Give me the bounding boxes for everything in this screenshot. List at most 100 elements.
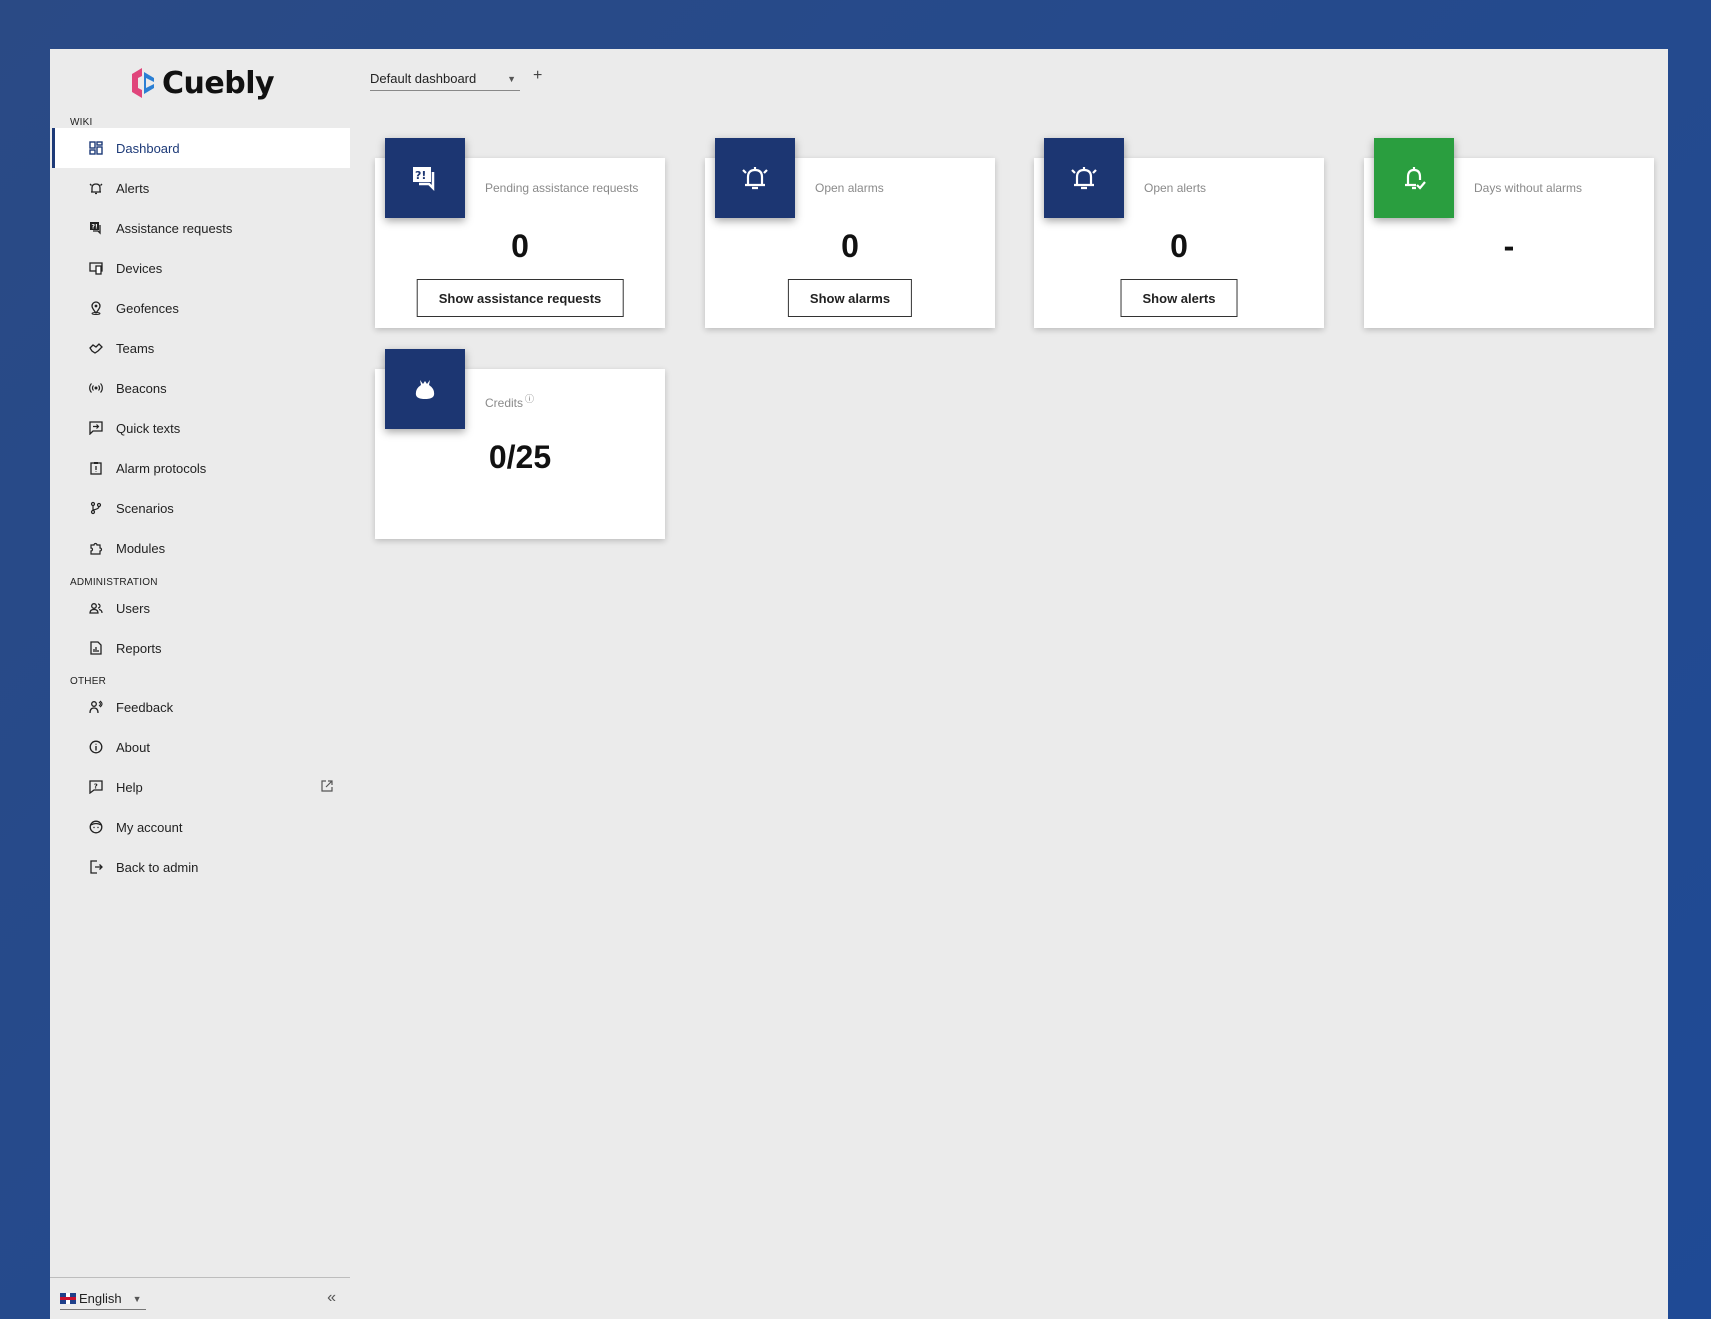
sidebar-footer: English ▼ «: [50, 1277, 350, 1319]
card-value: 0: [511, 228, 529, 264]
help-icon: ?: [88, 779, 104, 795]
sidebar-item-label: Beacons: [116, 380, 167, 396]
sidebar-item-quick-texts[interactable]: Quick texts: [52, 408, 350, 448]
card-value: 0: [1170, 228, 1188, 264]
svg-text:?!: ?!: [92, 224, 98, 231]
sidebar-item-label: Dashboard: [116, 140, 180, 156]
add-dashboard-button[interactable]: +: [533, 67, 542, 85]
sidebar-item-label: Feedback: [116, 699, 174, 715]
teams-handshake-icon: [88, 340, 104, 356]
sidebar-item-label: My account: [116, 819, 183, 835]
devices-icon: [88, 260, 104, 276]
info-icon: [88, 739, 104, 755]
app-logo[interactable]: Cuebly: [128, 63, 275, 103]
sidebar-item-dashboard[interactable]: Dashboard: [52, 128, 350, 168]
sidebar-item-label: About: [116, 739, 150, 755]
show-alarms-button[interactable]: Show alarms: [787, 279, 913, 317]
dashboard-select[interactable]: Default dashboard ▼: [370, 67, 520, 91]
dashboard-select-value: Default dashboard: [370, 71, 477, 86]
card-open-alerts: Open alerts 0 Show alerts: [1034, 138, 1324, 328]
sidebar-item-geofences[interactable]: Geofences: [52, 288, 350, 328]
card-value: -: [1503, 228, 1515, 264]
sidebar-item-beacons[interactable]: Beacons: [52, 368, 350, 408]
assistance-request-icon: ?!: [88, 220, 104, 236]
beacon-signal-icon: [88, 380, 104, 396]
sidebar-item-label: Alerts: [116, 180, 150, 196]
dashboard-icon: [88, 140, 104, 156]
puzzle-icon: [88, 540, 104, 556]
sidebar-item-label: Users: [116, 600, 150, 616]
chevron-down-icon: ▼: [132, 1293, 142, 1304]
sidebar-item-label: Reports: [116, 640, 162, 656]
sidebar-item-modules[interactable]: Modules: [52, 528, 350, 568]
app-window: Cuebly WIKI Dashboard Alerts ?! Assistan…: [50, 49, 1668, 1319]
sidebar-item-label: Quick texts: [116, 420, 181, 436]
sidebar-item-label: Alarm protocols: [116, 460, 207, 476]
card-days-without-alarms: Days without alarms -: [1364, 138, 1654, 328]
money-bag-icon: [385, 349, 465, 429]
card-title: Days without alarms: [1474, 181, 1583, 195]
sidebar-item-feedback[interactable]: Feedback: [52, 687, 350, 727]
clipboard-icon: [88, 460, 104, 476]
card-value: 0/25: [488, 439, 552, 475]
chevron-down-icon: ▼: [507, 73, 516, 84]
info-icon[interactable]: ⓘ: [525, 394, 534, 404]
sidebar-item-back-to-admin[interactable]: Back to admin: [52, 847, 350, 887]
app-name: Cuebly: [162, 65, 275, 101]
sidebar-item-label: Geofences: [116, 300, 179, 316]
svg-text:?!: ?!: [415, 169, 426, 182]
sidebar-item-scenarios[interactable]: Scenarios: [52, 488, 350, 528]
assistance-request-icon: ?!: [385, 138, 465, 218]
section-wiki: WIKI: [70, 117, 93, 128]
sidebar-item-assistance-requests[interactable]: ?! Assistance requests: [52, 208, 350, 248]
show-assistance-requests-button[interactable]: Show assistance requests: [416, 279, 624, 317]
sidebar-item-my-account[interactable]: My account: [52, 807, 350, 847]
card-pending-assistance: ?! Pending assistance requests 0 Show as…: [375, 138, 665, 328]
sidebar-item-label: Devices: [116, 260, 163, 276]
language-label: English: [79, 1291, 122, 1306]
card-title: Credits ⓘ: [485, 391, 645, 411]
sidebar: Cuebly WIKI Dashboard Alerts ?! Assistan…: [50, 49, 350, 1319]
sidebar-item-label: Teams: [116, 340, 155, 356]
users-icon: [88, 600, 104, 616]
card-title: Pending assistance requests: [485, 181, 639, 195]
sidebar-item-alerts[interactable]: Alerts: [52, 168, 350, 208]
sidebar-item-help[interactable]: ? Help: [52, 767, 350, 807]
sidebar-item-alarm-protocols[interactable]: Alarm protocols: [52, 448, 350, 488]
sidebar-item-label: Back to admin: [116, 859, 199, 875]
feedback-icon: [88, 699, 104, 715]
sidebar-item-label: Modules: [116, 540, 166, 556]
sidebar-item-label: Assistance requests: [116, 220, 233, 236]
collapse-sidebar-button[interactable]: «: [327, 1289, 336, 1307]
logout-icon: [88, 859, 104, 875]
show-alerts-button[interactable]: Show alerts: [1120, 279, 1238, 317]
sidebar-item-about[interactable]: About: [52, 727, 350, 767]
quick-text-icon: [88, 420, 104, 436]
branch-icon: [88, 500, 104, 516]
alert-bell-icon: [1044, 138, 1124, 218]
sidebar-item-users[interactable]: Users: [52, 588, 350, 628]
sidebar-item-teams[interactable]: Teams: [52, 328, 350, 368]
uk-flag-icon: [60, 1293, 76, 1304]
sidebar-item-reports[interactable]: Reports: [52, 628, 350, 668]
sidebar-item-label: Help: [116, 779, 143, 795]
location-pin-icon: [88, 300, 104, 316]
report-icon: [88, 640, 104, 656]
section-administration: ADMINISTRATION: [70, 577, 158, 588]
sidebar-item-devices[interactable]: Devices: [52, 248, 350, 288]
language-select[interactable]: English ▼: [60, 1288, 146, 1310]
section-other: OTHER: [70, 676, 106, 687]
cuebly-logo-icon: [132, 68, 154, 98]
card-value: 0: [841, 228, 859, 264]
main-content: Default dashboard ▼ + ?! Pending assista…: [350, 49, 1668, 1319]
svg-text:?: ?: [94, 782, 98, 790]
alarm-bell-icon: [88, 180, 104, 196]
external-link-icon[interactable]: [320, 779, 334, 793]
credits-title: Credits: [485, 396, 524, 410]
card-title: Open alerts: [1144, 181, 1207, 195]
alarm-bell-icon: [715, 138, 795, 218]
sidebar-item-label: Scenarios: [116, 500, 174, 516]
card-title: Open alarms: [815, 181, 884, 195]
card-open-alarms: Open alarms 0 Show alarms: [705, 138, 995, 328]
account-face-icon: [88, 819, 104, 835]
